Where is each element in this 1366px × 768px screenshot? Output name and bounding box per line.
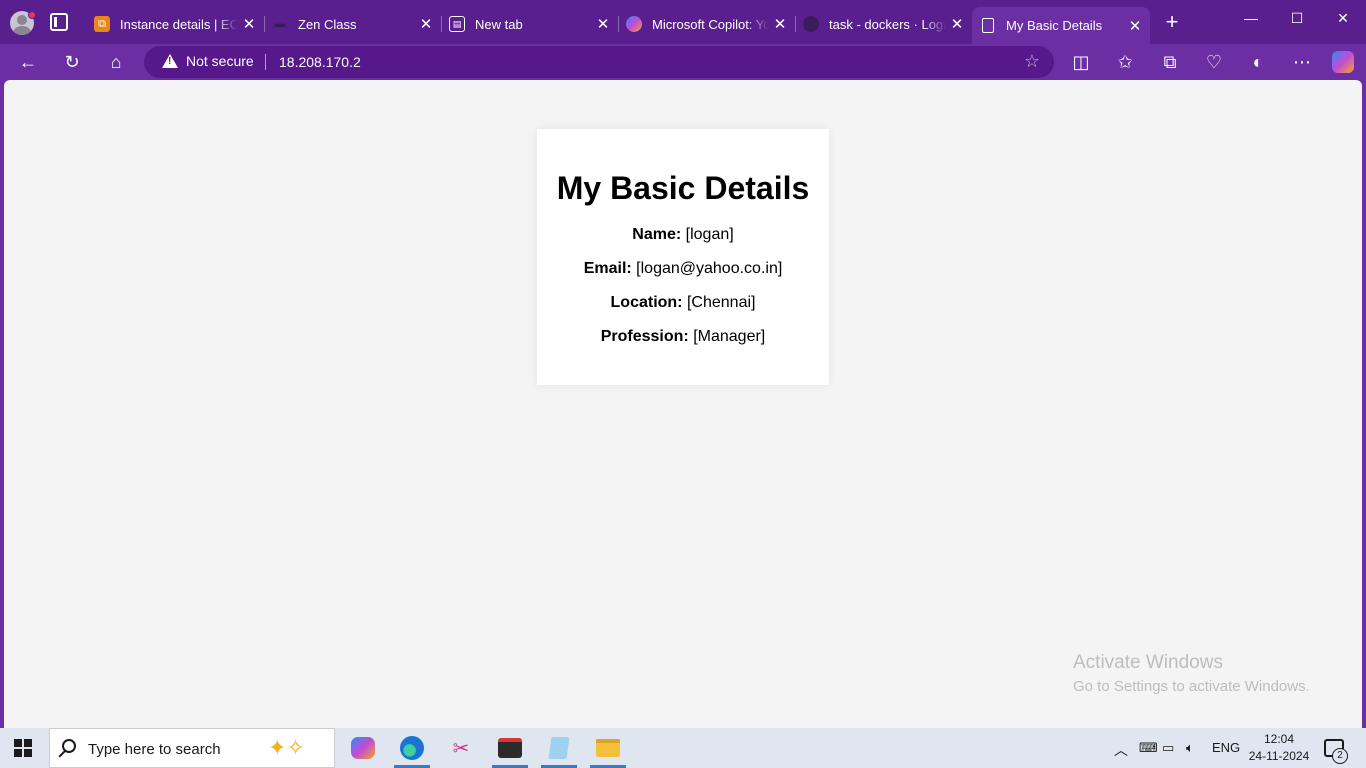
close-tab-icon[interactable]: ✕ xyxy=(238,15,260,33)
tab-zen-class[interactable]: ▬ Zen Class ✕ xyxy=(264,7,442,41)
windows-start-icon[interactable] xyxy=(14,739,32,757)
detail-row-profession: Profession: [Manager] xyxy=(537,329,829,345)
browser-essentials-icon[interactable]: ♡ xyxy=(1202,50,1226,74)
tab-title: My Basic Details xyxy=(1006,18,1103,33)
browser-toolbar: ← ↻ ⌂ Not secure 18.208.170.2 ☆ ◫ ✩ ⧉ ♡ … xyxy=(0,44,1366,80)
refresh-icon[interactable]: ↻ xyxy=(60,50,84,74)
settings-more-icon[interactable]: ⋯ xyxy=(1290,50,1314,74)
detail-value: [logan@yahoo.co.in] xyxy=(636,260,783,277)
url-text[interactable]: 18.208.170.2 xyxy=(279,54,361,70)
detail-value: [logan] xyxy=(685,226,734,243)
detail-row-name: Name: [logan] xyxy=(537,227,829,243)
detail-row-location: Location: [Chennai] xyxy=(537,295,829,311)
github-icon xyxy=(803,16,819,32)
close-tab-icon[interactable]: ✕ xyxy=(415,15,437,33)
copilot-app-icon[interactable] xyxy=(343,732,383,764)
close-window-icon[interactable]: ✕ xyxy=(1320,10,1366,27)
close-tab-icon[interactable]: ✕ xyxy=(592,15,614,33)
clock-time: 12:04 xyxy=(1263,732,1295,746)
detail-label: Location: xyxy=(610,294,683,311)
vertical-tabs-icon[interactable] xyxy=(50,13,68,31)
security-indicator[interactable]: Not secure xyxy=(186,53,254,69)
volume-icon[interactable]: 🔈︎ xyxy=(1186,740,1194,756)
favorites-icon[interactable]: ✩ xyxy=(1113,50,1137,74)
close-tab-icon[interactable]: ✕ xyxy=(769,15,791,33)
detail-row-email: Email: [logan@yahoo.co.in] xyxy=(537,261,829,277)
new-tab-page-icon: ▤ xyxy=(449,16,465,32)
notepad-app-icon[interactable] xyxy=(539,732,579,768)
address-bar[interactable]: Not secure 18.208.170.2 ☆ xyxy=(144,46,1054,78)
page-icon xyxy=(982,18,994,33)
collections-icon[interactable]: ⧉ xyxy=(1158,50,1182,74)
detail-value: [Chennai] xyxy=(686,294,756,311)
tab-title: Microsoft Copilot: You xyxy=(652,16,769,32)
tab-title: task - dockers · Logan xyxy=(829,16,946,32)
watermark-title: Activate Windows xyxy=(1073,652,1223,673)
terminal-app-icon[interactable] xyxy=(490,732,530,768)
search-highlight-sparkle-icon[interactable]: ✦✧ xyxy=(268,735,305,761)
copilot-icon xyxy=(626,16,642,32)
tab-instance-details[interactable]: ⧉ Instance details | EC2 ✕ xyxy=(86,7,265,41)
zen-class-icon: ▬ xyxy=(274,18,286,30)
battery-icon[interactable]: ▭ xyxy=(1162,740,1174,756)
aws-icon: ⧉ xyxy=(94,16,110,32)
device-icon[interactable]: ⌨ xyxy=(1139,740,1158,756)
minimize-icon[interactable]: ― xyxy=(1228,10,1274,26)
tab-new-tab[interactable]: ▤ New tab ✕ xyxy=(441,7,619,41)
close-tab-icon[interactable]: ✕ xyxy=(1124,17,1146,35)
address-divider xyxy=(265,54,266,70)
show-hidden-icons-chevron-icon[interactable]: ︿ xyxy=(1114,740,1128,760)
tab-microsoft-copilot[interactable]: Microsoft Copilot: You ✕ xyxy=(618,7,796,41)
snipping-tool-icon[interactable]: ✂ xyxy=(441,732,481,764)
tab-title: Instance details | EC2 xyxy=(120,16,238,32)
home-icon[interactable]: ⌂ xyxy=(104,50,128,74)
watermark-subtitle: Go to Settings to activate Windows. xyxy=(1073,678,1310,695)
back-arrow-icon[interactable]: ← xyxy=(16,50,40,74)
tab-github-task[interactable]: task - dockers · Logan ✕ xyxy=(795,7,972,41)
search-placeholder: Type here to search xyxy=(88,741,221,758)
notification-count-badge: 2 xyxy=(1332,748,1348,764)
language-indicator[interactable]: ENG xyxy=(1212,740,1240,755)
tab-strip: ⧉ Instance details | EC2 ✕ ▬ Zen Class ✕… xyxy=(0,0,1366,44)
search-icon xyxy=(62,739,76,753)
page-viewport: My Basic Details Name: [logan] Email: [l… xyxy=(4,80,1362,728)
detail-label: Email: xyxy=(583,260,632,277)
page-title: My Basic Details xyxy=(556,170,810,206)
detail-label: Name: xyxy=(632,226,682,243)
maximize-icon[interactable]: ☐ xyxy=(1274,10,1320,27)
performance-icon[interactable]: ◐ xyxy=(1246,50,1270,74)
system-clock[interactable]: 12:04 24-11-2024 xyxy=(1248,731,1310,765)
activate-windows-watermark: Activate Windows Go to Settings to activ… xyxy=(1073,652,1310,695)
close-tab-icon[interactable]: ✕ xyxy=(946,15,968,33)
clock-date: 24-11-2024 xyxy=(1248,749,1310,763)
copilot-sidebar-icon[interactable] xyxy=(1332,51,1354,73)
new-tab-button[interactable]: + xyxy=(1162,11,1182,33)
split-screen-icon[interactable]: ◫ xyxy=(1069,50,1093,74)
tab-my-basic-details[interactable]: My Basic Details ✕ xyxy=(972,7,1150,44)
tab-title: New tab xyxy=(475,16,523,32)
warning-icon[interactable] xyxy=(162,54,178,68)
profile-notification-dot xyxy=(28,11,36,19)
detail-label: Profession: xyxy=(600,328,689,345)
add-favorite-star-icon[interactable]: ☆ xyxy=(1024,51,1040,72)
detail-value: [Manager] xyxy=(693,328,766,345)
details-card: My Basic Details Name: [logan] Email: [l… xyxy=(537,129,829,385)
taskbar-search-box[interactable]: Type here to search ✦✧ xyxy=(49,728,335,768)
tab-title: Zen Class xyxy=(298,16,357,32)
edge-browser-icon[interactable] xyxy=(392,732,432,768)
file-explorer-icon[interactable] xyxy=(588,732,628,768)
taskbar: Type here to search ✦✧ ✂ ︿ ⌨ ▭ 🔈︎ ENG 12… xyxy=(0,728,1366,768)
